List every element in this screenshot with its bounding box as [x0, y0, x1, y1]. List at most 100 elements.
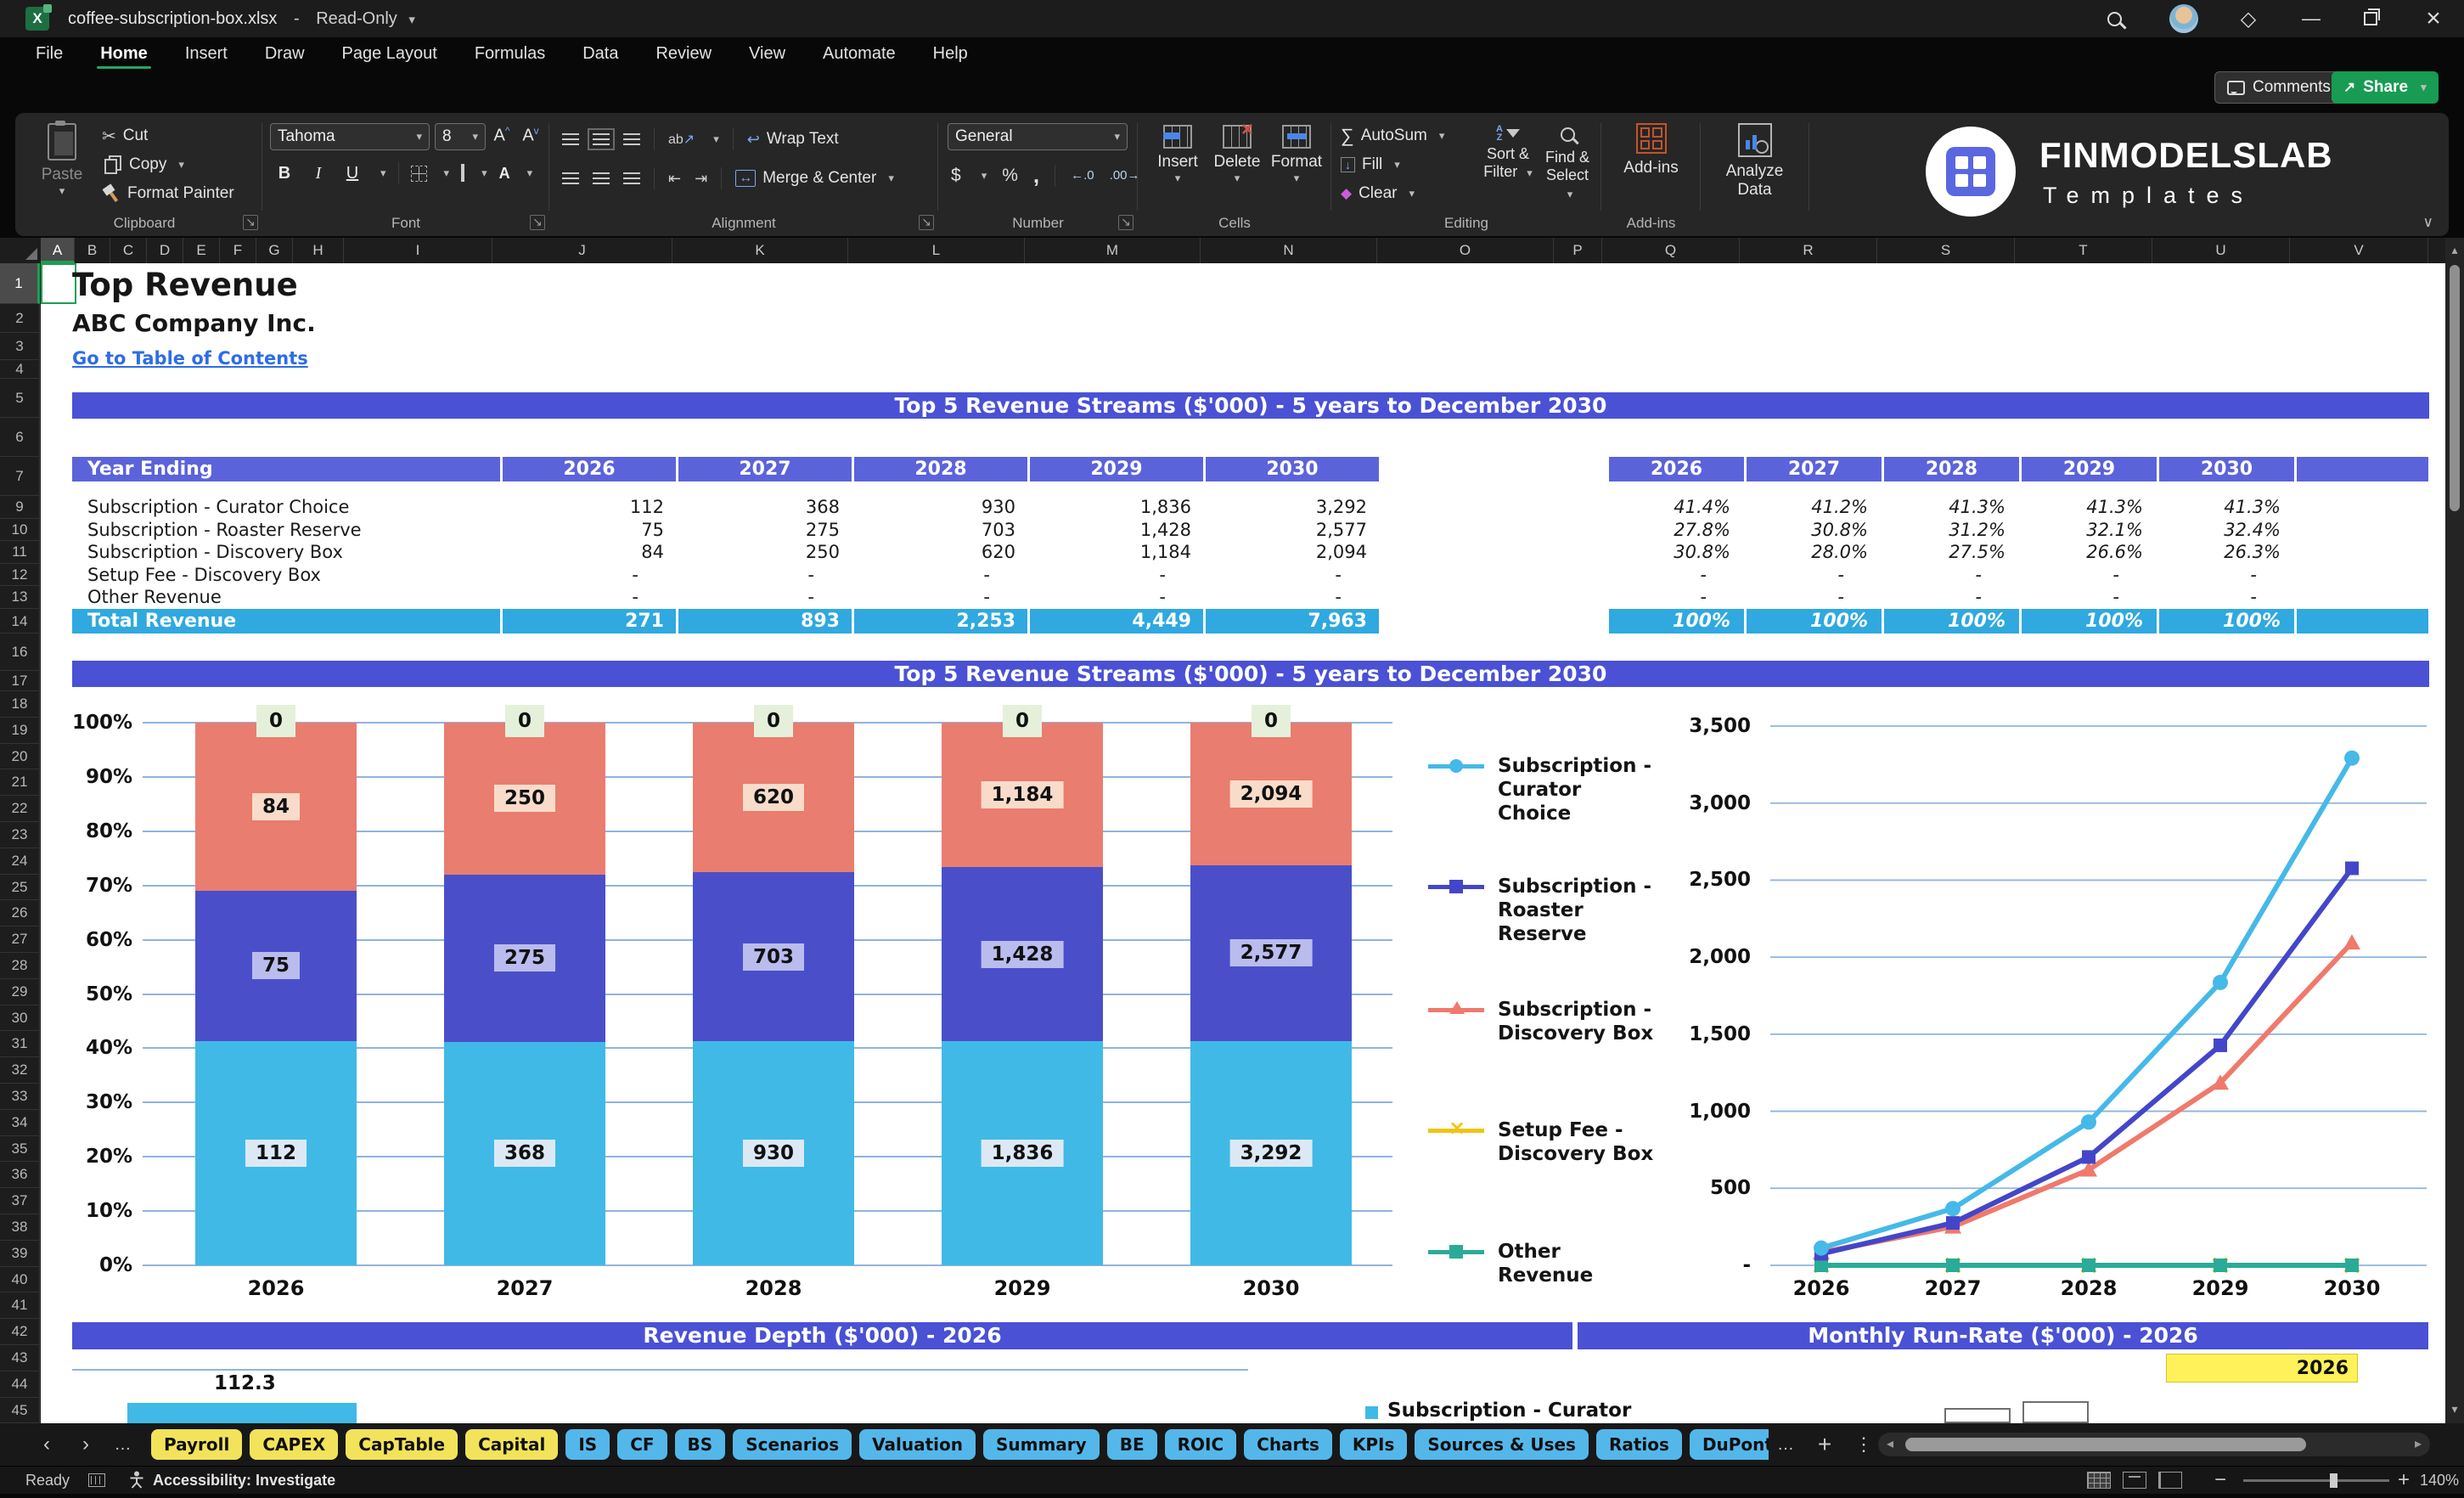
column-header-D[interactable]: D: [147, 238, 183, 263]
table-cell[interactable]: -: [503, 586, 676, 609]
row-header-25[interactable]: 25: [0, 874, 40, 901]
sheet-tab-summary[interactable]: Summary: [982, 1429, 1100, 1460]
pct-cell[interactable]: -: [1884, 586, 2019, 609]
column-header-K[interactable]: K: [672, 238, 848, 263]
zoom-slider-thumb[interactable]: [2330, 1473, 2337, 1488]
menu-tab-view[interactable]: View: [730, 37, 804, 71]
row-header-28[interactable]: 28: [0, 953, 40, 979]
row-header-13[interactable]: 13: [0, 586, 40, 609]
toc-link[interactable]: Go to Table of Contents: [72, 348, 308, 369]
table-cell[interactable]: -: [678, 564, 852, 587]
comments-button[interactable]: Comments: [2214, 71, 2343, 104]
zoom-out-button[interactable]: −: [2214, 1467, 2226, 1494]
page-layout-view-button[interactable]: [2123, 1472, 2146, 1489]
row-header-24[interactable]: 24: [0, 848, 40, 875]
legend-item[interactable]: Other Revenue: [1428, 1240, 1657, 1294]
pct-cell[interactable]: 27.5%: [1884, 541, 2019, 564]
row-header-5[interactable]: 5: [0, 379, 40, 418]
vertical-scroll-thumb[interactable]: [2450, 265, 2460, 511]
menu-tab-data[interactable]: Data: [564, 37, 637, 71]
table-cell[interactable]: 75: [503, 519, 676, 542]
sheet-tab-captable[interactable]: CapTable: [346, 1429, 458, 1460]
scroll-left-icon[interactable]: ◂: [1887, 1436, 1893, 1453]
sheet-tab-sources-uses[interactable]: Sources & Uses: [1415, 1429, 1589, 1460]
row-header-30[interactable]: 30: [0, 1005, 40, 1032]
clear-button[interactable]: ◆ Clear ▾: [1341, 181, 1444, 206]
number-dialog-launcher[interactable]: ↘: [1118, 215, 1134, 230]
pct-cell[interactable]: 41.3%: [1884, 496, 2019, 519]
pct-cell[interactable]: 27.8%: [1609, 519, 1744, 542]
align-right-icon[interactable]: [623, 172, 640, 184]
increase-decimal-button[interactable]: ←.0: [1071, 168, 1094, 183]
wrap-text-button[interactable]: ↩ Wrap Text: [747, 127, 839, 152]
legend-item[interactable]: Subscription - Curator Choice: [1428, 754, 1657, 825]
menu-tab-insert[interactable]: Insert: [166, 37, 246, 71]
sheet-tab-scenarios[interactable]: Scenarios: [733, 1429, 852, 1460]
align-center-icon[interactable]: [593, 172, 610, 184]
align-top-icon[interactable]: [562, 133, 579, 145]
delete-cells-button[interactable]: Delete▾: [1210, 118, 1264, 185]
font-color-button[interactable]: A: [499, 166, 510, 181]
align-left-icon[interactable]: [562, 172, 579, 184]
total-cell[interactable]: 893: [678, 609, 852, 634]
find-select-button[interactable]: Find & Select ▾: [1541, 125, 1594, 203]
comma-format-button[interactable]: ,: [1033, 162, 1039, 189]
menu-tab-help[interactable]: Help: [914, 37, 987, 71]
row-header-29[interactable]: 29: [0, 978, 40, 1005]
copy-button[interactable]: Copy ▾: [102, 152, 234, 177]
row-header-14[interactable]: 14: [0, 609, 40, 634]
row-header-18[interactable]: 18: [0, 691, 40, 718]
align-bottom-icon[interactable]: [623, 133, 640, 145]
zoom-slider-track[interactable]: [2243, 1479, 2389, 1482]
menu-tab-review[interactable]: Review: [637, 37, 730, 71]
scroll-right-icon[interactable]: ▸: [2415, 1436, 2422, 1453]
format-painter-button[interactable]: Format Painter: [102, 181, 234, 206]
paste-button[interactable]: Paste ▾: [36, 121, 88, 198]
row-header-35[interactable]: 35: [0, 1135, 40, 1163]
chevron-down-icon[interactable]: ▾: [408, 13, 415, 27]
column-header-L[interactable]: L: [848, 238, 1025, 263]
pct-cell[interactable]: 32.1%: [2022, 519, 2157, 542]
row-header-43[interactable]: 43: [0, 1345, 40, 1371]
legend-item[interactable]: Subscription - Discovery Box: [1428, 998, 1657, 1052]
autosum-button[interactable]: ∑ AutoSum ▾: [1341, 123, 1444, 149]
row-header-21[interactable]: 21: [0, 769, 40, 797]
row-header-16[interactable]: 16: [0, 634, 40, 671]
row-header-9[interactable]: 9: [0, 496, 40, 519]
analyze-data-button[interactable]: Analyze Data: [1702, 123, 1808, 200]
row-header-10[interactable]: 10: [0, 518, 40, 542]
total-cell[interactable]: 271: [503, 609, 676, 634]
pct-cell[interactable]: -: [2159, 564, 2294, 587]
table-cell[interactable]: -: [1206, 564, 1379, 587]
accessibility-status[interactable]: Accessibility: Investigate: [153, 1467, 335, 1494]
column-header-T[interactable]: T: [2015, 238, 2152, 263]
more-tabs-button[interactable]: …: [1771, 1430, 1800, 1459]
row-header-42[interactable]: 42: [0, 1319, 40, 1345]
column-header-P[interactable]: P: [1554, 238, 1602, 263]
normal-view-button[interactable]: [2087, 1472, 2111, 1489]
column-header-H[interactable]: H: [293, 238, 344, 263]
sheet-tab-roic[interactable]: ROIC: [1164, 1429, 1237, 1460]
row-header-3[interactable]: 3: [0, 333, 40, 360]
pct-cell[interactable]: -: [1609, 564, 1744, 587]
column-header-Q[interactable]: Q: [1602, 238, 1740, 263]
column-header-I[interactable]: I: [344, 238, 492, 263]
table-cell[interactable]: 2,094: [1206, 541, 1379, 564]
total-cell[interactable]: 2,253: [854, 609, 1027, 634]
pct-cell[interactable]: 26.3%: [2159, 541, 2294, 564]
sheet-tab-payroll[interactable]: Payroll: [151, 1429, 243, 1460]
table-cell[interactable]: 1,184: [1030, 541, 1203, 564]
row-header-37[interactable]: 37: [0, 1188, 40, 1214]
currency-format-button[interactable]: $: [951, 166, 961, 186]
total-pct-cell[interactable]: 100%: [1884, 609, 2019, 634]
table-cell[interactable]: 1,428: [1030, 519, 1203, 542]
restore-button[interactable]: [2352, 0, 2389, 37]
table-cell[interactable]: -: [1030, 564, 1203, 587]
underline-dropdown[interactable]: ▾: [380, 166, 386, 180]
sort-filter-button[interactable]: AZ Sort & Filter ▾: [1482, 125, 1534, 182]
column-header-V[interactable]: V: [2290, 238, 2428, 263]
tabs-list-button[interactable]: …: [109, 1430, 138, 1459]
pct-cell[interactable]: -: [1884, 564, 2019, 587]
column-header-C[interactable]: C: [110, 238, 147, 263]
account-avatar[interactable]: [2165, 0, 2202, 37]
